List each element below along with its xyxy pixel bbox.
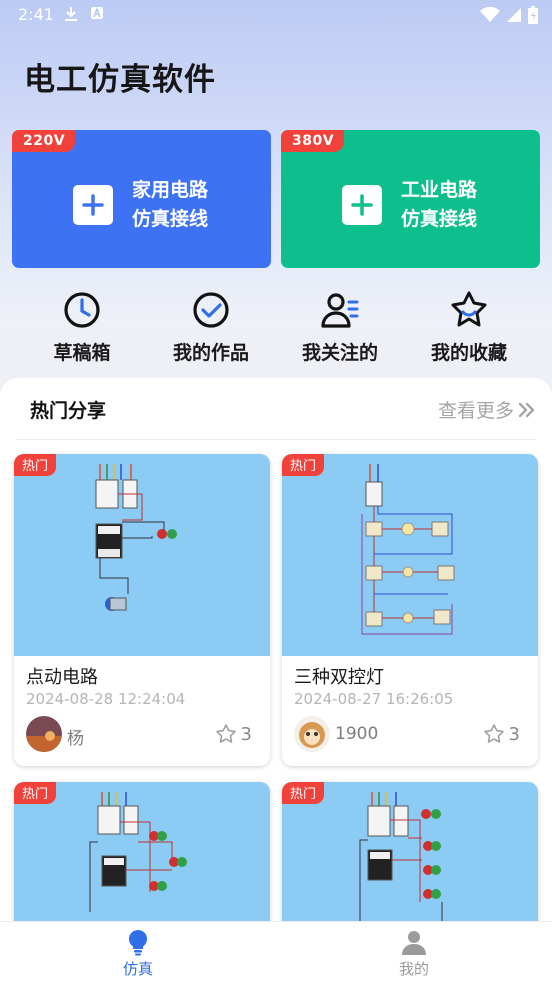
shortcut-my-works[interactable]: 我的作品: [151, 290, 271, 365]
battery-icon: [528, 6, 538, 24]
content-sheet: 热门分享 查看更多 热门 点动电路 2024-08-28 12:24:04 杨 …: [0, 378, 552, 923]
star-outline-icon: [215, 724, 236, 743]
tab-label: 仿真: [122, 960, 153, 978]
share-title: 点动电路: [26, 667, 98, 688]
share-card[interactable]: 热门: [14, 782, 270, 923]
share-author: 1900: [335, 724, 379, 744]
voltage-badge: 220V: [12, 130, 76, 152]
share-date: 2024-08-28 12:24:04: [26, 690, 186, 708]
card-title-line2: 仿真接线: [132, 208, 209, 230]
section-header: 热门分享 查看更多: [16, 378, 536, 440]
user-list-icon: [321, 293, 359, 328]
status-bar: 2:41: [0, 0, 552, 32]
plus-icon: [73, 185, 113, 225]
card-title-line1: 家用电路: [132, 179, 209, 201]
wifi-icon: [480, 7, 500, 22]
share-author: 杨: [67, 729, 84, 749]
circuit-diagram-image: [89, 792, 187, 912]
star-outline-icon: [483, 724, 504, 743]
share-card[interactable]: 热门 三种双控灯 2024-08-27 16:26:05 1900 3: [282, 454, 538, 766]
circuit-thumbnail: 热门: [282, 454, 538, 656]
bottom-nav: 仿真 我的: [0, 921, 552, 983]
hot-badge: 热门: [14, 782, 57, 804]
lightbulb-icon: [128, 929, 148, 956]
shortcut-label: 我的作品: [172, 342, 249, 364]
double-chevron-right-icon: [518, 402, 535, 417]
shortcut-favorites[interactable]: 我的收藏: [409, 290, 529, 365]
hot-badge: 热门: [282, 454, 325, 476]
circuit-thumbnail: 热门: [282, 782, 538, 923]
shortcut-label: 草稿箱: [53, 342, 111, 364]
section-title: 热门分享: [30, 400, 107, 422]
plus-icon: [342, 185, 382, 225]
font-icon: [91, 6, 103, 19]
star-count[interactable]: 3: [215, 723, 252, 745]
clock-icon: [64, 292, 100, 328]
home-circuit-card[interactable]: 220V 家用电路 仿真接线: [12, 130, 271, 268]
voltage-badge: 380V: [281, 130, 345, 152]
circuit-diagram-image: [95, 464, 177, 611]
shortcut-label: 我的收藏: [430, 342, 507, 364]
circuit-thumbnail: 热门: [14, 454, 270, 656]
tab-label: 我的: [398, 960, 429, 978]
circuit-diagram-image: [359, 792, 443, 923]
tab-mine[interactable]: 我的: [374, 928, 454, 979]
status-time: 2:41: [18, 5, 54, 24]
avatar: [26, 716, 62, 752]
page-title: 电工仿真软件: [24, 62, 216, 98]
signal-icon: [507, 8, 521, 22]
shortcut-following[interactable]: 我关注的: [280, 290, 400, 365]
hot-badge: 热门: [282, 782, 325, 804]
shortcut-label: 我关注的: [301, 342, 378, 364]
shortcut-row: 草稿箱 我的作品 我关注的 我的收藏: [0, 290, 552, 370]
share-card[interactable]: 热门: [282, 782, 538, 923]
hot-badge: 热门: [14, 454, 57, 476]
view-more-link[interactable]: 查看更多: [438, 396, 536, 423]
shortcut-drafts[interactable]: 草稿箱: [22, 290, 142, 365]
share-card[interactable]: 热门 点动电路 2024-08-28 12:24:04 杨 3: [14, 454, 270, 766]
circuit-diagram-image: [361, 464, 455, 635]
avatar: [294, 716, 330, 752]
download-icon: [65, 7, 77, 21]
star-count-value: 3: [240, 723, 252, 745]
tab-simulation[interactable]: 仿真: [98, 928, 178, 979]
star-count-value: 3: [508, 723, 520, 745]
circuit-thumbnail: 热门: [14, 782, 270, 923]
share-date: 2024-08-27 16:26:05: [294, 690, 454, 708]
check-circle-icon: [193, 292, 229, 328]
share-title: 三种双控灯: [294, 667, 384, 688]
card-title-line1: 工业电路: [401, 179, 478, 201]
industrial-circuit-card[interactable]: 380V 工业电路 仿真接线: [281, 130, 540, 268]
star-face-icon: [451, 291, 487, 327]
star-count[interactable]: 3: [483, 723, 520, 745]
card-title-line2: 仿真接线: [401, 208, 478, 230]
view-more-label: 查看更多: [437, 400, 514, 422]
person-icon: [402, 931, 426, 955]
